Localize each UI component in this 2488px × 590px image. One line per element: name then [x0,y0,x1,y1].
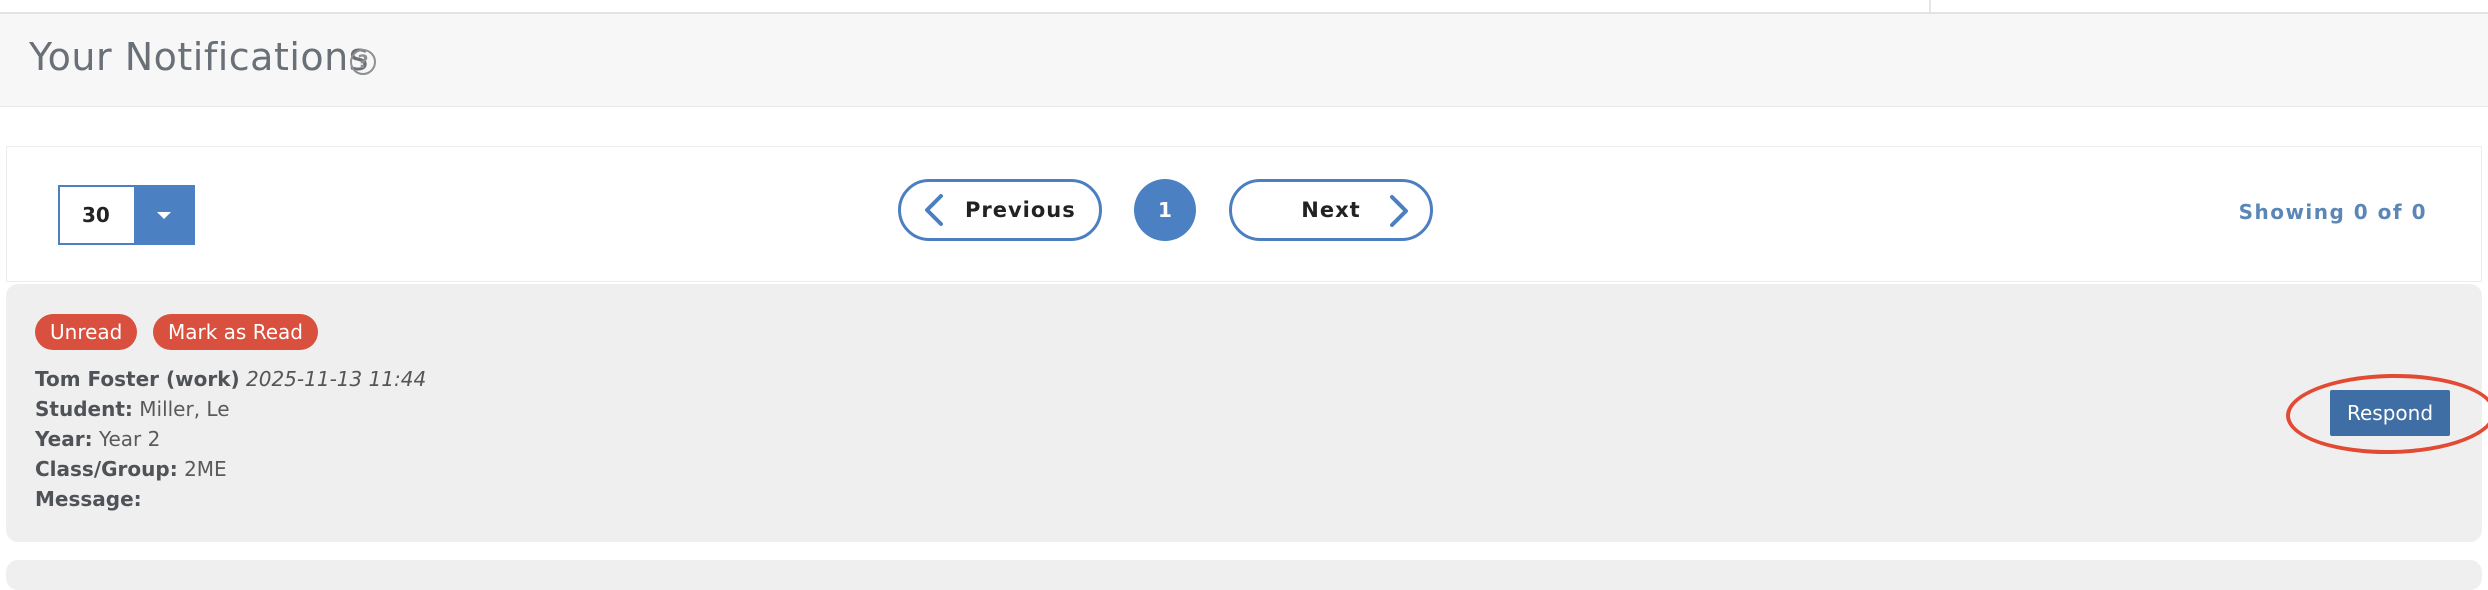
top-strip [0,0,2488,14]
previous-label: Previous [965,198,1076,222]
class-label: Class/Group: [35,457,178,481]
class-row: Class/Group: 2ME [35,454,426,484]
sender-name: Tom Foster (work) [35,367,240,391]
caret-down-icon [156,211,171,219]
help-icon[interactable]: ? [350,49,376,75]
mark-as-read-button[interactable]: Mark as Read [153,314,318,350]
chevron-left-icon [925,194,943,226]
class-value: 2ME [184,457,227,481]
next-button[interactable]: Next [1229,179,1433,241]
student-label: Student: [35,397,133,421]
respond-button[interactable]: Respond [2330,390,2450,436]
sender-row: Tom Foster (work) 2025-11-13 11:44 [35,364,426,394]
message-label: Message: [35,487,142,511]
chevron-right-icon [1390,195,1408,227]
page-1-button[interactable]: 1 [1134,179,1196,241]
per-page-value: 30 [60,187,134,243]
notification-date: 2025-11-13 11:44 [246,367,427,391]
notification-details: Tom Foster (work) 2025-11-13 11:44 Stude… [35,364,426,514]
message-row: Message: [35,484,426,514]
page-header: Your Notifications ? [0,14,2488,107]
next-notification-card [6,560,2482,590]
previous-button[interactable]: Previous [898,179,1102,241]
year-value: Year 2 [98,427,161,451]
student-value: Miller, Le [139,397,230,421]
dropdown-toggle[interactable] [134,187,193,243]
showing-count: Showing 0 of 0 [2238,200,2427,224]
year-label: Year: [35,427,93,451]
student-row: Student: Miller, Le [35,394,426,424]
notification-card: Unread Mark as Read Tom Foster (work) 20… [6,284,2488,542]
year-row: Year: Year 2 [35,424,426,454]
page-title: Your Notifications [29,35,370,79]
top-divider [1929,0,1931,12]
unread-badge: Unread [35,314,138,350]
pagination-bar: 30 Previous 1 Next Showing 0 of 0 [6,146,2482,282]
next-label: Next [1301,198,1361,222]
per-page-select[interactable]: 30 [58,185,195,245]
